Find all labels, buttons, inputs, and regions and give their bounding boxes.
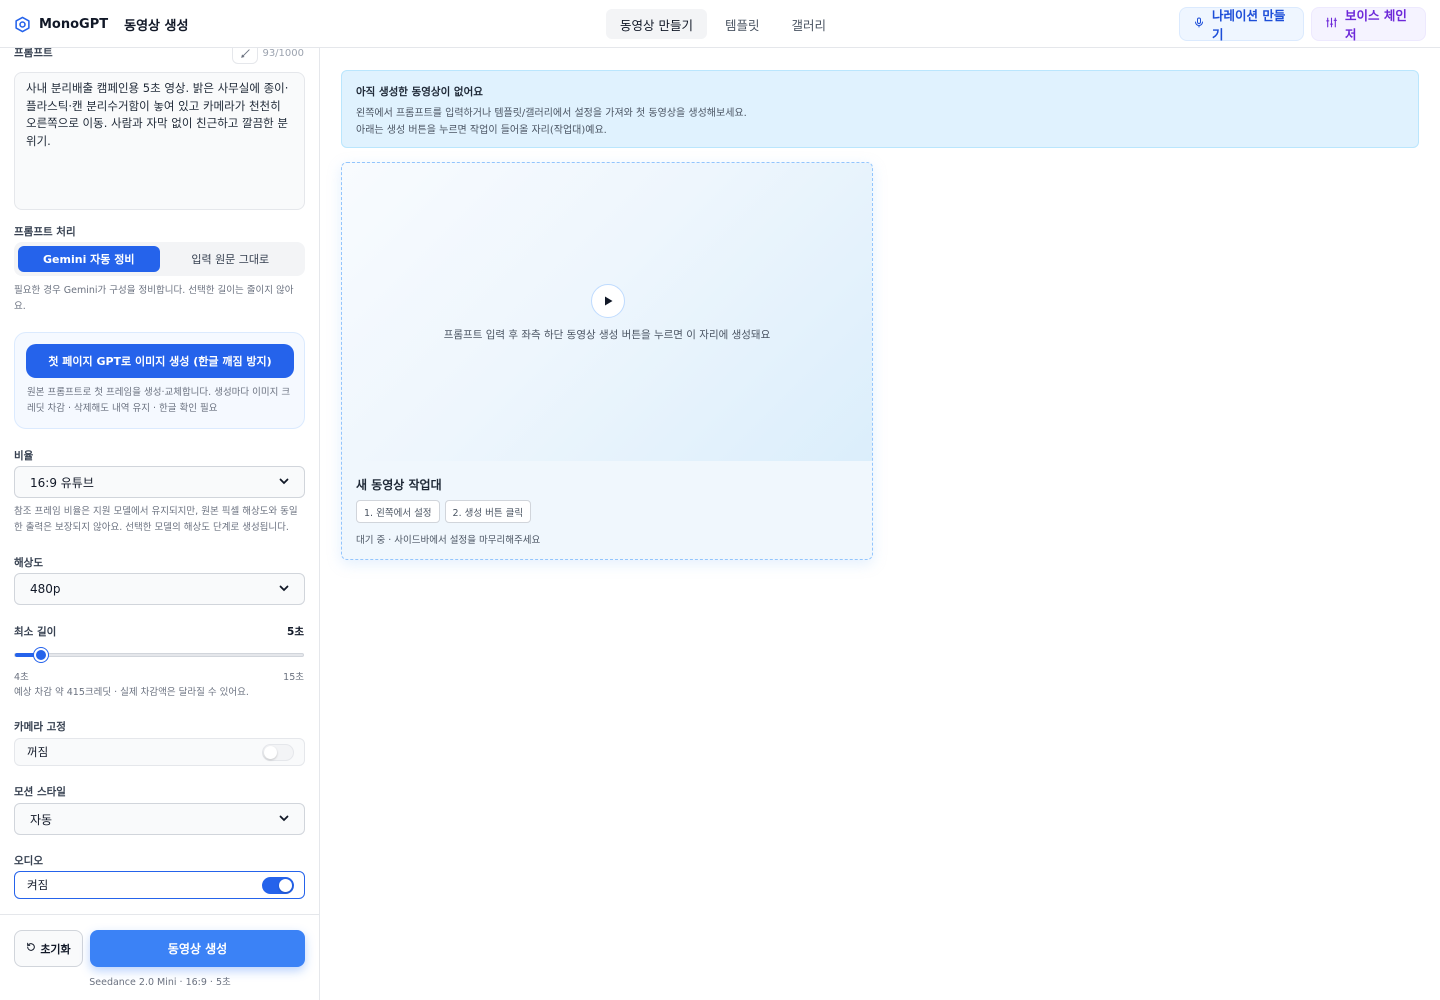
ratio-select-value: 16:9 유튜브 (30, 475, 94, 490)
workbench-title: 새 동영상 작업대 (356, 478, 442, 492)
gpt-first-frame-card: 첫 페이지 GPT로 이미지 생성 (한글 깨짐 방지) 원본 프롬프트로 첫 … (14, 332, 305, 429)
credit-estimate-help: 예상 차감 약 415크레딧 · 실제 차감액은 달라질 수 있어요. (14, 687, 249, 698)
step-chip: 2. 생성 버튼 클릭 (444, 500, 532, 523)
narration-button-label: 나레이션 만들기 (1212, 8, 1286, 42)
app-header: MonoGPT 동영상 생성 동영상 만들기 템플릿 갤러리 나레이션 만들기 … (0, 0, 1440, 48)
motion-style-label: 모션 스타일 (14, 786, 66, 798)
prompt-processing-help: 필요한 경우 Gemini가 구성을 정비합니다. 선택한 길이는 줄이지 않아… (14, 285, 294, 312)
option-gemini-auto[interactable]: Gemini 자동 정비 (18, 246, 160, 272)
prompt-textarea[interactable]: 사내 분리배출 캠페인용 5초 영상. 밝은 사무실에 종이·플라스틱·캔 분리… (14, 72, 305, 210)
reset-button[interactable]: 초기화 (14, 930, 83, 967)
min-length-label: 최소 길이 (14, 626, 57, 638)
empty-state-notice: 아직 생성한 동영상이 없어요 왼쪽에서 프롬프트를 입력하거나 템플릿/갤러리… (341, 70, 1419, 148)
ratio-select[interactable]: 16:9 유튜브 (14, 466, 305, 498)
gpt-first-frame-button[interactable]: 첫 페이지 GPT로 이미지 생성 (한글 깨짐 방지) (26, 344, 294, 378)
resolution-select-value: 480p (30, 582, 61, 596)
microphone-icon (1193, 16, 1205, 32)
camera-fixed-state: 꺼짐 (27, 745, 49, 759)
voice-changer-button[interactable]: 보이스 체인저 (1311, 7, 1426, 42)
camera-fixed-switch[interactable] (262, 743, 294, 761)
workbench-status: 대기 중 · 사이드바에서 설정을 마무리해주세요 (356, 535, 541, 546)
edit-prompt-button[interactable] (232, 48, 258, 64)
generate-video-button[interactable]: 동영상 생성 (90, 930, 305, 967)
audio-toggle[interactable]: 켜짐 (14, 871, 305, 899)
prompt-processing-label: 프롬프트 처리 (14, 226, 76, 238)
min-length-slider[interactable] (14, 648, 304, 662)
sidebar-footer: 초기화 동영상 생성 Seedance 2.0 Mini · 16:9 · 5초 (0, 914, 319, 1000)
notice-line-2: 아래는 생성 버튼을 누르면 작업이 들어올 자리(작업대)예요. (356, 125, 607, 136)
prompt-label: 프롬프트 (14, 48, 53, 59)
tab-gallery[interactable]: 갤러리 (778, 9, 841, 39)
audio-state: 켜짐 (27, 878, 49, 892)
chevron-down-icon (279, 475, 289, 489)
play-button[interactable] (591, 284, 625, 318)
slider-max-label: 15초 (283, 672, 304, 683)
voice-changer-label: 보이스 체인저 (1345, 8, 1407, 42)
notice-title: 아직 생성한 동영상이 없어요 (356, 86, 483, 98)
prompt-processing-toggle: Gemini 자동 정비 입력 원문 그대로 (14, 242, 305, 276)
camera-fixed-toggle[interactable]: 꺼짐 (14, 738, 305, 766)
sliders-icon (1325, 16, 1338, 32)
chevron-down-icon (279, 582, 289, 596)
video-workbench-card: 프롬프트 입력 후 좌측 하단 동영상 생성 버튼을 누르면 이 자리에 생성돼… (341, 162, 873, 560)
motion-style-select[interactable]: 자동 (14, 803, 305, 835)
ratio-help: 참조 프레임 비율은 지원 모델에서 유지되지만, 원본 픽셀 해상도와 동일한… (14, 506, 298, 533)
camera-fixed-label: 카메라 고정 (14, 721, 66, 733)
reset-button-label: 초기화 (40, 942, 71, 956)
model-caption: Seedance 2.0 Mini · 16:9 · 5초 (89, 977, 231, 988)
step-chip: 1. 왼쪽에서 설정 (356, 500, 440, 523)
motion-style-select-value: 자동 (30, 812, 53, 827)
chevron-down-icon (279, 812, 289, 826)
video-preview-placeholder: 프롬프트 입력 후 좌측 하단 동영상 생성 버튼을 누르면 이 자리에 생성돼… (342, 163, 872, 461)
pencil-icon (240, 48, 251, 63)
audio-label: 오디오 (14, 855, 43, 867)
resolution-select[interactable]: 480p (14, 573, 305, 605)
slider-thumb[interactable] (34, 648, 49, 662)
tab-templates[interactable]: 템플릿 (711, 9, 774, 39)
ratio-label: 비율 (14, 450, 34, 462)
main-nav: 동영상 만들기 템플릿 갤러리 (606, 9, 840, 39)
narration-button[interactable]: 나레이션 만들기 (1179, 7, 1304, 42)
min-length-value: 5초 (287, 626, 304, 638)
preview-hint: 프롬프트 입력 후 좌측 하단 동영상 생성 버튼을 누르면 이 자리에 생성돼… (443, 329, 771, 341)
reset-icon (26, 942, 36, 955)
brand-name: MonoGPT (39, 16, 109, 32)
page-title: 동영상 생성 (124, 18, 189, 34)
settings-sidebar: 프롬프트 93/1000 사내 분리배출 캠페인용 5초 영상. 밝은 사무실에… (0, 48, 320, 1000)
audio-switch[interactable] (262, 876, 294, 894)
gpt-first-frame-help: 원본 프롬프트로 첫 프레임을 생성·교체합니다. 생성마다 이미지 크레딧 차… (27, 387, 291, 414)
step-chips: 1. 왼쪽에서 설정 2. 생성 버튼 클릭 (356, 500, 532, 523)
prompt-char-counter: 93/1000 (262, 48, 304, 59)
play-icon (602, 292, 614, 311)
slider-min-label: 4초 (14, 672, 29, 683)
option-raw-input[interactable]: 입력 원문 그대로 (160, 246, 302, 272)
notice-line-1: 왼쪽에서 프롬프트를 입력하거나 템플릿/갤러리에서 설정을 가져와 첫 동영상… (356, 108, 747, 119)
logo-icon (14, 16, 31, 33)
resolution-label: 해상도 (14, 557, 43, 569)
brand[interactable]: MonoGPT 동영상 생성 (14, 0, 188, 48)
tab-create-video[interactable]: 동영상 만들기 (606, 9, 707, 39)
